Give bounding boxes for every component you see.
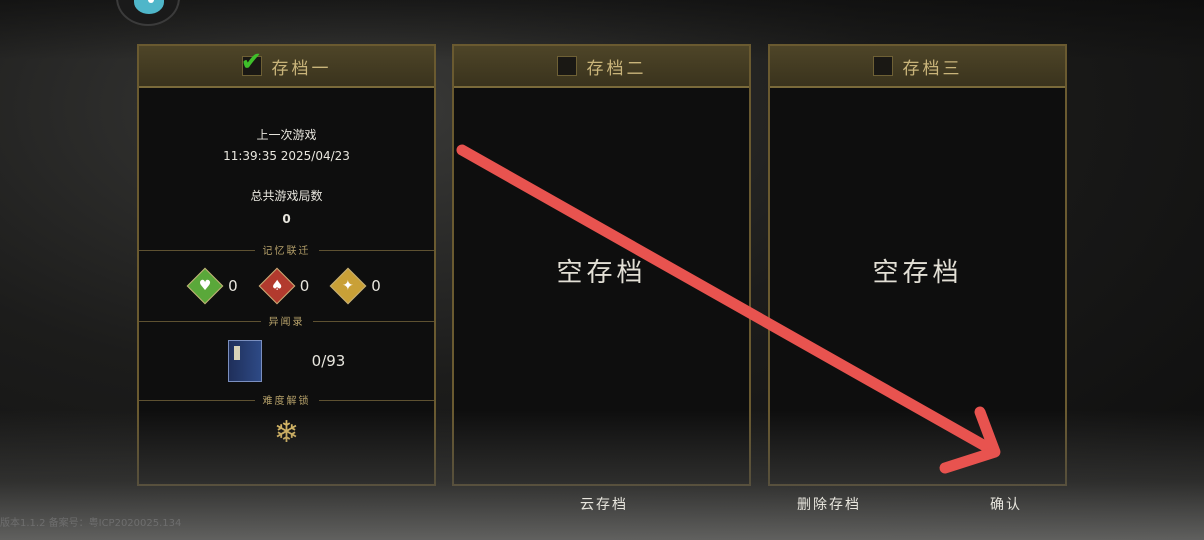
memory-section-label: 记忆联迁 [254,242,319,257]
save-slot-2[interactable]: 存档二 空存档 [452,44,751,486]
last-game-time: 11:39:35 2025/04/23 [223,149,350,163]
slot-2-title: 存档二 [586,58,647,79]
slot-2-header[interactable]: 存档二 [454,46,749,88]
cloud-save-button[interactable]: 云存档 [580,494,628,514]
memory-divider: 记忆联迁 [139,242,434,257]
slot-3-empty-label: 空存档 [872,258,963,288]
book-icon [227,340,262,382]
slot-1-checkbox[interactable]: ✔ [241,49,262,76]
gold-gem-icon: ✦ [329,267,367,305]
delete-save-button[interactable]: 删除存档 [797,494,861,514]
difficulty-divider: 难度解锁 [139,392,434,407]
slot-3-checkbox[interactable] [872,56,893,76]
difficulty-section-label: 难度解锁 [254,392,319,407]
total-games-value: 0 [282,212,291,226]
slot-3-title: 存档三 [902,58,963,79]
last-game-label: 上一次游戏 [256,128,317,142]
confirm-button[interactable]: 确认 [990,494,1022,514]
red-gem-icon: ♠ [258,267,296,305]
slot-2-empty-label: 空存档 [556,258,647,288]
records-section-label: 异闻录 [260,313,313,328]
slot-2-checkbox[interactable] [556,56,577,76]
total-games-label: 总共游戏局数 [250,189,323,203]
version-text: 版本1.1.2 备案号：粤ICP2020025.134 [0,518,182,529]
checkmark-icon: ✔ [240,47,263,77]
gem-green: ♥ 0 [186,267,238,305]
gem-gold-value: 0 [371,277,381,295]
save-slot-3[interactable]: 存档三 空存档 [768,44,1067,486]
gem-gold: ✦ 0 [329,267,381,305]
green-heart-gem-icon: ♥ [186,267,224,305]
records-divider: 异闻录 [139,313,434,328]
gem-row: ♥ 0 ♠ 0 ✦ 0 [139,251,434,321]
records-value: 0/93 [311,352,346,370]
save-slot-1[interactable]: ✔ 存档一 上一次游戏 11:39:35 2025/04/23 总共游戏局数 0… [137,44,436,486]
slot-3-header[interactable]: 存档三 [770,46,1065,88]
snowflake-icon: ❄ [273,415,300,450]
gem-red: ♠ 0 [258,267,310,305]
gem-red-value: 0 [299,277,310,295]
slot-1-title: 存档一 [271,58,332,79]
slot-1-header[interactable]: ✔ 存档一 [139,46,434,88]
gem-green-value: 0 [228,277,238,295]
records-row: 0/93 [139,322,434,400]
